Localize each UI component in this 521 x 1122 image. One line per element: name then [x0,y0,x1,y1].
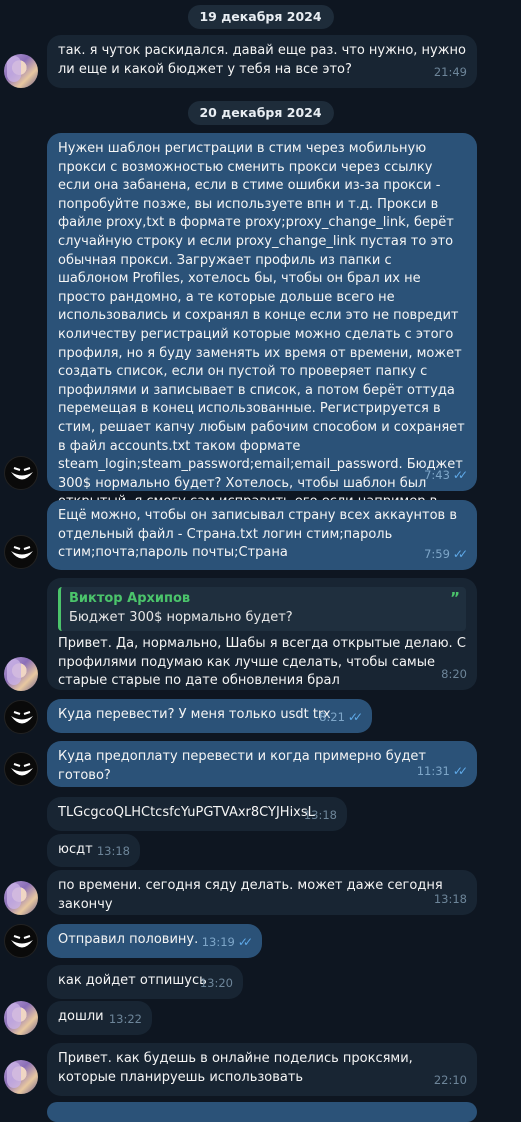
avatar-self[interactable] [4,535,38,569]
quote-author: Виктор Архипов [69,591,191,606]
message-bubble[interactable] [47,1102,477,1122]
message-time: 13:19 [201,935,235,950]
message-time: 13:20 [199,976,233,991]
double-check-icon: ✓✓ [452,468,468,483]
message-bubble[interactable]: дошли 13:22 [47,1001,152,1035]
message-meta: 13:19 ✓✓ [201,933,253,952]
message-meta: 13:18 [97,842,130,861]
avatar-self[interactable] [4,700,38,734]
avatar-contact[interactable] [4,881,38,915]
quote-mark-icon: ” [450,589,460,607]
message-time: 22:10 [433,1073,467,1088]
message-meta: 21:49 [434,63,467,82]
avatar-contact[interactable] [4,1001,38,1035]
avatar-contact[interactable] [4,54,38,88]
message-bubble[interactable]: Привет. как будешь в онлайне поделись пр… [47,1043,477,1096]
avatar-contact[interactable] [4,657,38,691]
message-bubble[interactable]: Нужен шаблон регистрации в стим через мо… [47,133,477,528]
message-time: 13:22 [108,1012,142,1027]
double-check-icon: ✓✓ [452,547,468,562]
message-meta: 7:59 ✓✓ [424,545,468,564]
message-meta: 11:31 ✓✓ [416,762,468,781]
message-text: Куда предоплату перевести и когда пример… [58,749,431,783]
message-text: Привет. как будешь в онлайне поделись пр… [58,1051,417,1085]
message-meta: 8:20 [441,665,467,684]
message-bubble[interactable]: по времени. сегодня сяду делать. может д… [47,870,477,915]
message-bubble[interactable]: Отправил половину. 13:19 ✓✓ [47,924,262,958]
message-bubble[interactable]: Виктор Архипов Бюджет 300$ нормально буд… [47,578,477,690]
message-bubble[interactable]: Куда предоплату перевести и когда пример… [47,741,477,787]
double-check-icon: ✓✓ [347,710,363,725]
message-bubble[interactable]: Куда перевести? У меня только usdt trx 8… [47,699,372,733]
reply-quote[interactable]: Виктор Архипов Бюджет 300$ нормально буд… [58,587,466,632]
avatar-self[interactable] [4,924,38,958]
message-text: так. я чуток раскидался. давай еще раз. … [58,43,471,77]
date-separator: 20 декабря 2024 [187,101,334,125]
message-meta: 13:18 [434,890,467,909]
avatar-self[interactable] [4,456,38,490]
message-time: 21:49 [433,65,467,80]
message-text: Нужен шаблон регистрации в стим через мо… [58,141,465,528]
double-check-icon: ✓✓ [237,935,253,950]
message-bubble[interactable]: юсдт 13:18 [47,834,140,867]
message-time: 13:18 [96,844,130,859]
message-text: по времени. сегодня сяду делать. может д… [58,878,447,912]
date-separator: 19 декабря 2024 [187,5,334,29]
message-text: Ещё можно, чтобы он записывал страну все… [58,508,462,561]
message-text: Куда перевести? У меня только usdt trx [58,707,331,722]
message-meta: 13:22 [109,1010,142,1029]
message-time: 7:59 [424,547,450,562]
message-bubble[interactable]: как дойдет отпишусь 13:20 [47,965,243,999]
message-text: TLGcgcoQLHCtcsfcYuPGTVAxr8CYJHixsL [58,805,315,820]
message-bubble[interactable]: TLGcgcoQLHCtcsfcYuPGTVAxr8CYJHixsL 13:18 [47,797,347,831]
message-meta: 13:18 [304,806,337,825]
message-meta: 8:21 ✓✓ [319,708,363,727]
message-bubble[interactable]: так. я чуток раскидался. давай еще раз. … [47,35,477,88]
quote-text: Бюджет 300$ нормально будет? [69,609,293,625]
message-time: 7:43 [424,468,450,483]
avatar-self[interactable] [4,752,38,786]
message-meta: 7:43 ✓✓ [424,466,468,485]
message-time: 13:18 [433,892,467,907]
message-text: Привет. Да, нормально, Шабы я всегда отк… [58,636,471,689]
message-time: 13:18 [303,808,337,823]
avatar-contact[interactable] [4,1060,38,1094]
message-time: 8:21 [319,710,345,725]
double-check-icon: ✓✓ [452,764,468,779]
chat-history: 19 декабря 2024 так. я чуток раскидался.… [0,0,521,1122]
message-bubble[interactable]: Ещё можно, чтобы он записывал страну все… [47,500,477,570]
message-meta: 13:20 [200,974,233,993]
message-time: 8:20 [441,667,467,682]
message-time: 11:31 [416,764,450,779]
message-meta: 22:10 [434,1071,467,1090]
